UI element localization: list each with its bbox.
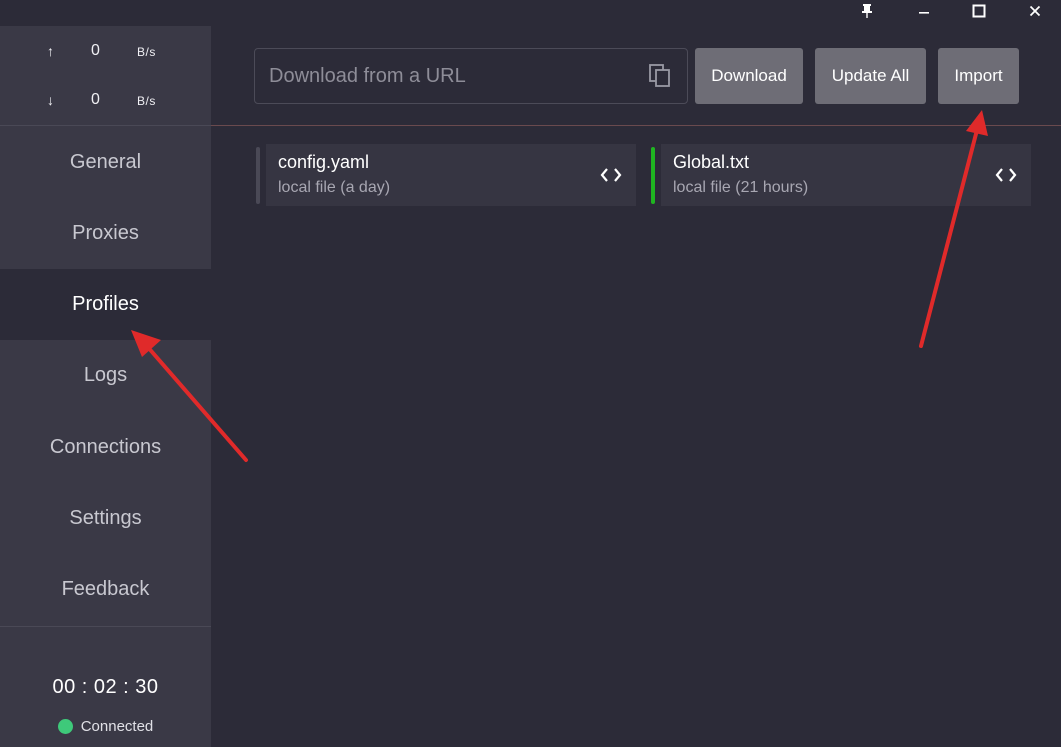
paste-icon[interactable] (649, 64, 671, 88)
header-divider (211, 125, 1061, 126)
nav-item-profiles[interactable]: Profiles (0, 269, 211, 340)
download-speed: ↓ 0 B/s (0, 89, 211, 113)
update-all-button[interactable]: Update All (815, 48, 926, 104)
code-edit-icon[interactable] (599, 165, 623, 185)
profile-indicator (256, 147, 260, 204)
close-icon[interactable] (1015, 0, 1055, 22)
download-arrow-icon: ↓ (47, 92, 54, 108)
sidebar: ↑ 0 B/s ↓ 0 B/s General Proxies Profiles… (0, 26, 211, 747)
profile-indicator-active (651, 147, 655, 204)
nav-item-general[interactable]: General (0, 127, 211, 198)
nav-item-label: Logs (83, 364, 128, 386)
url-input[interactable] (255, 49, 635, 103)
uptime-timer: 00 : 02 : 30 (52, 676, 159, 698)
download-button[interactable]: Download (695, 48, 803, 104)
nav-item-label: Connections (49, 436, 162, 458)
upload-unit: B/s (137, 45, 156, 59)
profile-name: config.yaml (278, 152, 370, 172)
upload-arrow-icon: ↑ (47, 43, 54, 59)
nav-item-label: General (69, 151, 142, 173)
profile-card-global[interactable]: Global.txt local file (21 hours) (661, 144, 1031, 206)
profile-name: Global.txt (673, 152, 750, 172)
upload-speed: ↑ 0 B/s (0, 40, 211, 64)
status-dot-icon (57, 719, 73, 734)
url-field[interactable] (254, 48, 688, 104)
pin-icon[interactable] (847, 0, 887, 22)
upload-value: 0 (91, 42, 100, 59)
connection-panel: 00 : 02 : 30 Connected (0, 626, 211, 747)
nav-item-settings[interactable]: Settings (0, 483, 211, 554)
profile-meta: local file (a day) (278, 179, 391, 196)
nav-item-logs[interactable]: Logs (0, 340, 211, 411)
profile-card-config[interactable]: config.yaml local file (a day) (266, 144, 636, 206)
nav-item-label: Settings (69, 507, 142, 529)
maximize-icon[interactable] (959, 0, 999, 22)
import-button[interactable]: Import (938, 48, 1019, 104)
title-bar (0, 0, 1061, 26)
profile-meta: local file (21 hours) (673, 179, 809, 196)
traffic-panel: ↑ 0 B/s ↓ 0 B/s (0, 26, 211, 126)
nav-item-label: Feedback (61, 578, 150, 600)
nav-item-feedback[interactable]: Feedback (0, 554, 211, 625)
connection-status[interactable]: Connected (0, 718, 211, 735)
nav-item-proxies[interactable]: Proxies (0, 198, 211, 269)
code-edit-icon[interactable] (994, 165, 1018, 185)
download-value: 0 (91, 91, 100, 108)
download-unit: B/s (137, 94, 156, 108)
status-label: Connected (80, 718, 154, 735)
minimize-icon[interactable] (904, 0, 944, 22)
nav-item-label: Proxies (72, 222, 139, 244)
nav-item-connections[interactable]: Connections (0, 412, 211, 483)
nav-item-label: Profiles (72, 293, 139, 315)
